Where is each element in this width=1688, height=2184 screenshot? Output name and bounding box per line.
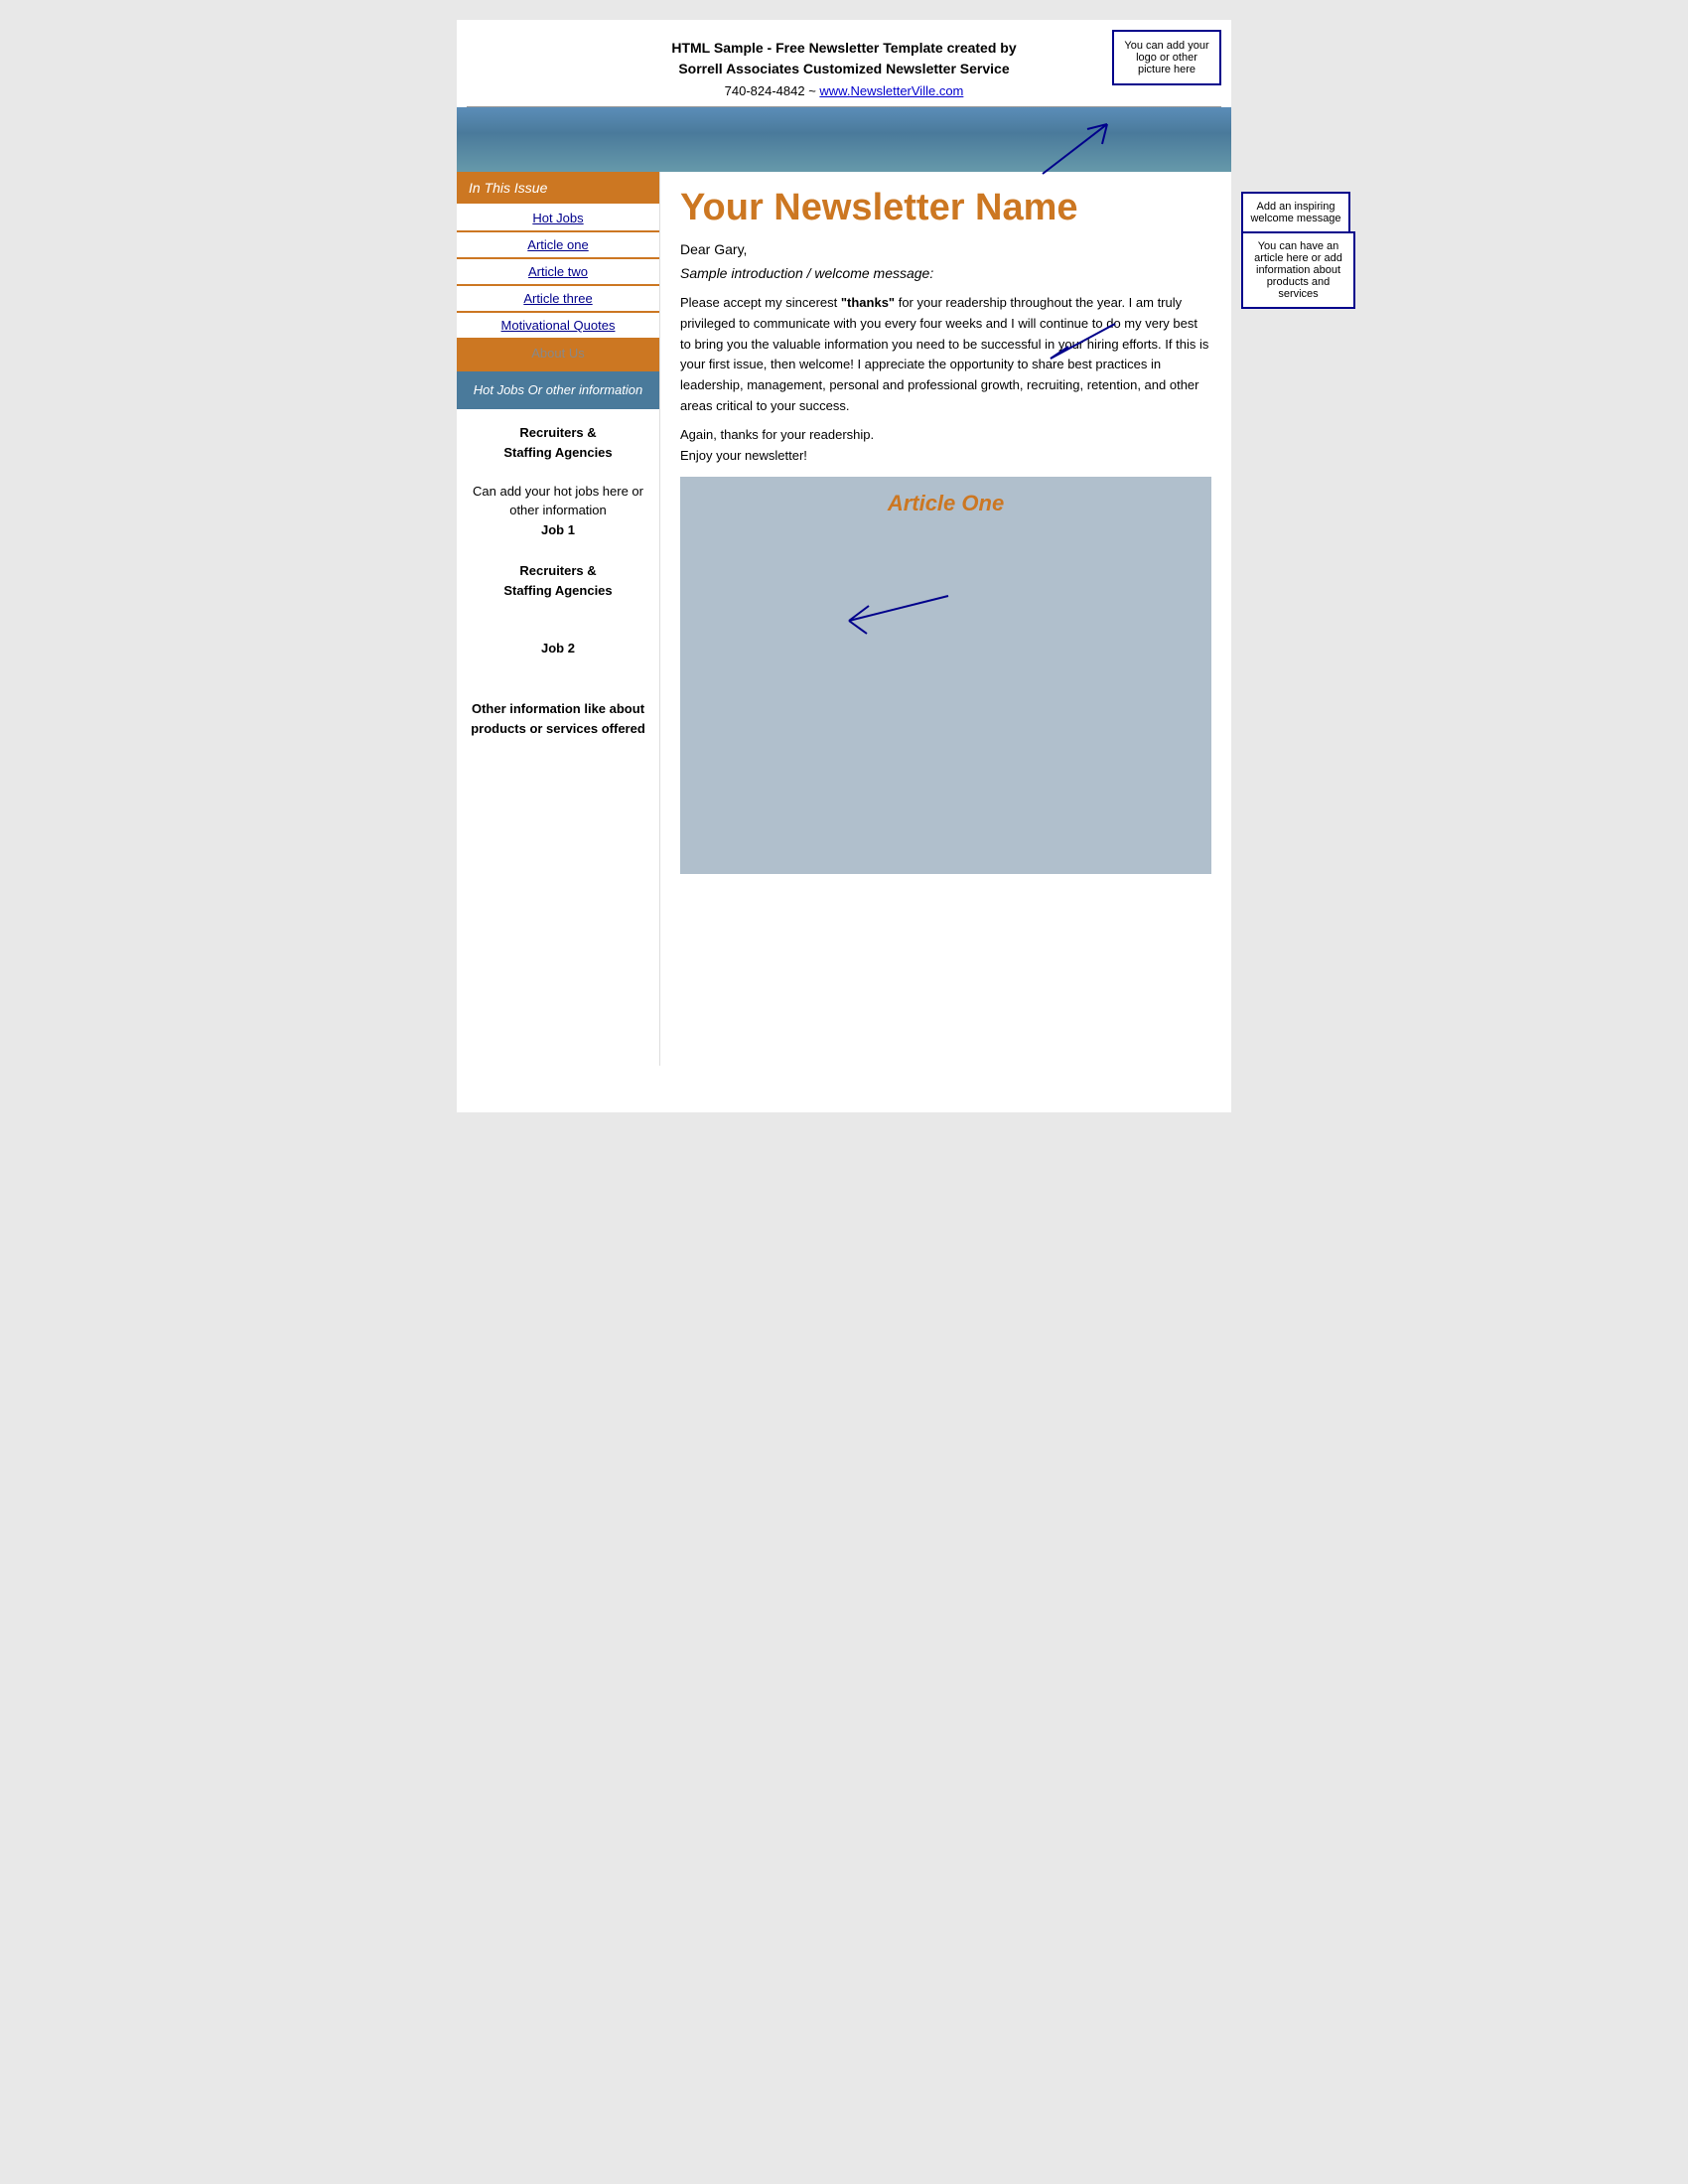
website-link[interactable]: www.NewsletterVille.com	[819, 83, 963, 98]
sidebar-section-1: Recruiters &Staffing Agencies Can add yo…	[457, 409, 659, 547]
enjoy-text: Enjoy your newsletter!	[680, 448, 1211, 463]
right-content-wrapper: Your Newsletter Name Dear Gary, Sample i…	[660, 172, 1231, 1066]
article-one-section: Article One	[680, 477, 1211, 874]
header-title: HTML Sample - Free Newsletter Template c…	[477, 38, 1211, 79]
header-phone-text: 740-824-4842 ~	[725, 83, 820, 98]
intro-italic: Sample introduction / welcome message:	[680, 265, 1211, 281]
sidebar-nav-article-two[interactable]: Article two	[457, 259, 659, 284]
body-text-1-bold: "thanks"	[841, 295, 895, 310]
sidebar-section-2-job: Job 2	[467, 639, 649, 658]
greeting: Dear Gary,	[680, 241, 1211, 257]
article-annotation-text: You can have an article here or add info…	[1254, 240, 1342, 300]
banner	[457, 107, 1231, 172]
header-phone: 740-824-4842 ~ www.NewsletterVille.com	[477, 83, 1211, 98]
sidebar-section-2: Recruiters &Staffing Agencies Job 2	[457, 547, 659, 666]
logo-annotation-text: You can add your logo or other picture h…	[1124, 40, 1208, 75]
sidebar-section-3: Other information like about products or…	[457, 666, 659, 747]
body-text-1-prefix: Please accept my sincerest	[680, 295, 841, 310]
welcome-annotation-text: Add an inspiring welcome message	[1250, 201, 1340, 224]
page-wrapper: HTML Sample - Free Newsletter Template c…	[457, 20, 1231, 1112]
header: HTML Sample - Free Newsletter Template c…	[457, 20, 1231, 106]
newsletter-title: Your Newsletter Name	[680, 187, 1211, 229]
sidebar-about: About Us	[457, 340, 659, 366]
sidebar-section-2-title: Recruiters &Staffing Agencies	[467, 561, 649, 600]
main-content: In This Issue Hot Jobs Article one Artic…	[457, 172, 1231, 1066]
logo-annotation-box: You can add your logo or other picture h…	[1112, 30, 1221, 85]
sidebar-nav-hot-jobs[interactable]: Hot Jobs	[457, 206, 659, 230]
body-text-1: Please accept my sincerest "thanks" for …	[680, 293, 1211, 417]
body-text-1-rest: for your readership throughout the year.…	[680, 295, 1208, 413]
welcome-annotation: Add an inspiring welcome message	[1241, 192, 1350, 233]
article-one-title: Article One	[696, 491, 1196, 516]
sidebar-section-1-body: Can add your hot jobs here or other info…	[467, 484, 649, 540]
welcome-arrow-icon	[1041, 319, 1120, 364]
sidebar-nav-article-three[interactable]: Article three	[457, 286, 659, 311]
sidebar: In This Issue Hot Jobs Article one Artic…	[457, 172, 660, 1066]
right-content: Your Newsletter Name Dear Gary, Sample i…	[660, 172, 1231, 889]
article-arrow-icon	[839, 586, 958, 636]
sidebar-nav: Hot Jobs Article one Article two Article…	[457, 206, 659, 371]
header-title-line1: HTML Sample - Free Newsletter Template c…	[671, 40, 1016, 56]
sidebar-in-this-issue: In This Issue	[457, 172, 659, 204]
sidebar-hot-jobs: Hot Jobs Or other information	[457, 371, 659, 409]
sidebar-section-1-title: Recruiters &Staffing Agencies	[467, 423, 649, 462]
article-annotation: You can have an article here or add info…	[1241, 231, 1355, 309]
sidebar-section-3-body: Other information like about products or…	[467, 699, 649, 738]
header-title-line2: Sorrell Associates Customized Newsletter…	[678, 61, 1009, 76]
sidebar-nav-motivational-quotes[interactable]: Motivational Quotes	[457, 313, 659, 338]
logo-arrow-icon	[1023, 119, 1112, 179]
sidebar-nav-article-one[interactable]: Article one	[457, 232, 659, 257]
sign-off: Again, thanks for your readership.	[680, 427, 1211, 442]
